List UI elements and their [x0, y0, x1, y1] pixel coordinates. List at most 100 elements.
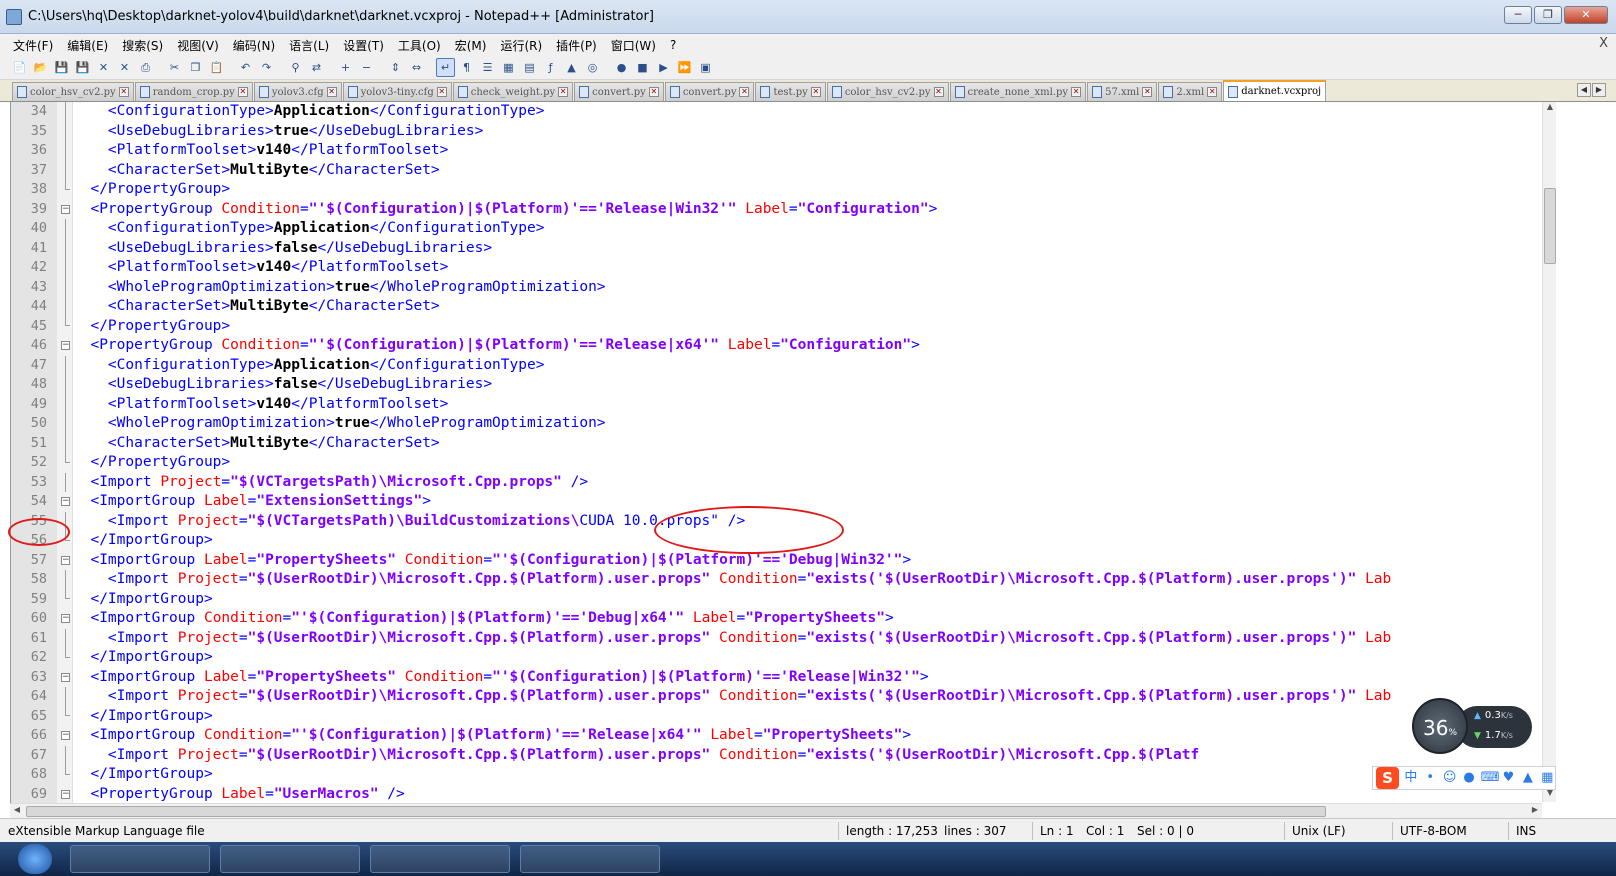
stop-macro-icon[interactable]: ■	[633, 58, 652, 77]
menu-item-2[interactable]: 搜索(S)	[115, 37, 170, 54]
tab-close-icon[interactable]: ✕	[118, 87, 129, 97]
tab-close-icon[interactable]: ✕	[436, 87, 447, 97]
tab-5[interactable]: convert.py ✕	[574, 82, 664, 101]
udl-icon[interactable]: ▦	[499, 58, 518, 77]
menu-item-5[interactable]: 语言(L)	[282, 37, 336, 54]
tab-9[interactable]: create_none_xml.py ✕	[949, 82, 1087, 101]
code-line[interactable]: </PropertyGroup>	[73, 453, 1553, 473]
doc-map-icon[interactable]: ▤	[520, 58, 539, 77]
menu-item-6[interactable]: 设置(T)	[336, 37, 391, 54]
tab-scroll-right-icon[interactable]: ▶	[1592, 83, 1606, 97]
code-line[interactable]: </PropertyGroup>	[73, 317, 1553, 337]
menu-item-12[interactable]: ?	[663, 38, 683, 52]
code-line[interactable]: <ConfigurationType>Application</Configur…	[73, 219, 1553, 239]
taskbar-button[interactable]	[520, 845, 660, 873]
menu-item-11[interactable]: 窗口(W)	[604, 37, 663, 54]
code-line[interactable]: <ImportGroup Condition="'$(Configuration…	[73, 726, 1553, 746]
vertical-scrollbar[interactable]: ▲ ▼	[1542, 102, 1556, 802]
tab-7[interactable]: test.py ✕	[755, 82, 826, 101]
code-line[interactable]: <UseDebugLibraries>true</UseDebugLibrari…	[73, 122, 1553, 142]
tab-0[interactable]: color_hsv_cv2.py ✕	[12, 82, 134, 101]
sync-horizontal-icon[interactable]: ⇔	[407, 58, 426, 77]
replace-icon[interactable]: ⇄	[307, 58, 326, 77]
tab-1[interactable]: random_crop.py ✕	[134, 82, 253, 101]
menu-item-10[interactable]: 插件(P)	[549, 37, 604, 54]
code-line[interactable]: <WholeProgramOptimization>true</WholePro…	[73, 414, 1553, 434]
code-line[interactable]: <Import Project="$(UserRootDir)\Microsof…	[73, 629, 1553, 649]
menu-item-7[interactable]: 工具(O)	[391, 37, 448, 54]
save-macro-icon[interactable]: ▣	[696, 58, 715, 77]
code-line[interactable]: <ImportGroup Label = "PropertySheets" Cond…	[73, 668, 1553, 688]
horizontal-scroll-thumb[interactable]	[26, 806, 1326, 817]
sync-vertical-icon[interactable]: ⇕	[386, 58, 405, 77]
menu-item-3[interactable]: 视图(V)	[170, 37, 226, 54]
close-all-icon[interactable]: ✕	[115, 58, 134, 77]
folder-workspace-icon[interactable]: ▲	[562, 58, 581, 77]
new-icon[interactable]: 📄	[10, 58, 29, 77]
start-button-icon[interactable]	[18, 844, 52, 874]
menu-item-8[interactable]: 宏(M)	[448, 37, 494, 54]
taskbar-button[interactable]	[70, 845, 210, 873]
tab-close-icon[interactable]: ✕	[648, 87, 659, 97]
code-line[interactable]: <PropertyGroup Condition="'$(Configurati…	[73, 200, 1553, 220]
code-line[interactable]: <UseDebugLibraries>false</UseDebugLibrar…	[73, 239, 1553, 259]
code-line[interactable]: </ImportGroup>	[73, 765, 1553, 785]
code-line[interactable]: <Import Project="$(UserRootDir)\Microsof…	[73, 746, 1553, 766]
tab-close-icon[interactable]: ✕	[739, 87, 750, 97]
code-line[interactable]: <PropertyGroup Condition="'$(Configurati…	[73, 336, 1553, 356]
code-line[interactable]: </PropertyGroup>	[73, 180, 1553, 200]
tab-6[interactable]: convert.py ✕	[664, 82, 755, 101]
close-document-button[interactable]: X	[1599, 36, 1608, 51]
indent-guide-icon[interactable]: ☰	[478, 58, 497, 77]
run-macro-multiple-icon[interactable]: ⏩	[675, 58, 694, 77]
code-line[interactable]: </ImportGroup>	[73, 707, 1553, 727]
tab-3[interactable]: yolov3-tiny.cfg ✕	[342, 82, 452, 101]
code-line[interactable]: <CharacterSet>MultiByte</CharacterSet>	[73, 161, 1553, 181]
code-line[interactable]: <UseDebugLibraries>false</UseDebugLibrar…	[73, 375, 1553, 395]
keyboard-icon[interactable]: ⌨	[1481, 770, 1500, 786]
sogou-logo-icon[interactable]: S	[1376, 767, 1400, 789]
tab-close-icon[interactable]: ✕	[933, 87, 944, 97]
scroll-left-icon[interactable]: ◀	[10, 805, 24, 814]
open-icon[interactable]: 📂	[31, 58, 50, 77]
save-icon[interactable]: 💾	[52, 58, 71, 77]
skin-icon[interactable]: ♥	[1501, 770, 1516, 786]
code-line[interactable]: </ImportGroup>	[73, 590, 1553, 610]
show-all-chars-icon[interactable]: ¶	[457, 58, 476, 77]
word-wrap-icon[interactable]: ↵	[436, 58, 455, 77]
fold-toggle-icon[interactable]: −	[61, 204, 70, 214]
scroll-up-icon[interactable]: ▲	[1543, 102, 1557, 116]
code-line[interactable]: <PropertyGroup Label="UserMacros" />	[73, 785, 1553, 805]
eol-format-label[interactable]: Unix (LF)	[1292, 824, 1346, 838]
code-line[interactable]: <ImportGroup Label = "PropertySheets" Cond…	[73, 551, 1553, 571]
undo-icon[interactable]: ↶	[236, 58, 255, 77]
code-line[interactable]: </ImportGroup>	[73, 531, 1553, 551]
fold-toggle-icon[interactable]: −	[61, 497, 70, 506]
fold-toggle-icon[interactable]: −	[61, 614, 70, 623]
copy-icon[interactable]: ❐	[186, 58, 205, 77]
fold-margin[interactable]: − − − − − − − −	[57, 102, 73, 818]
tab-4[interactable]: check_weight.py ✕	[452, 82, 574, 101]
code-line[interactable]: <Import Project="$(UserRootDir)\Microsof…	[73, 570, 1553, 590]
code-line[interactable]: <Import Project="$(VCTargetsPath)\BuildC…	[73, 512, 1553, 532]
encoding-label[interactable]: UTF-8-BOM	[1400, 824, 1467, 838]
tab-close-icon[interactable]: ✕	[1142, 87, 1153, 97]
menu-item-9[interactable]: 运行(R)	[493, 37, 549, 54]
grid-icon[interactable]: ▦	[1540, 770, 1555, 786]
monitoring-icon[interactable]: ◎	[583, 58, 602, 77]
taskbar-button[interactable]	[370, 845, 510, 873]
restore-button[interactable]: ❐	[1534, 6, 1562, 24]
tab-11[interactable]: 2.xml ✕	[1158, 82, 1223, 101]
tab-10[interactable]: 57.xml ✕	[1087, 82, 1158, 101]
code-line[interactable]: <PlatformToolset>v140</PlatformToolset>	[73, 141, 1553, 161]
close-window-button[interactable]: ✕	[1564, 6, 1608, 24]
code-line[interactable]: </ImportGroup>	[73, 648, 1553, 668]
tab-12[interactable]: darknet.vcxproj	[1223, 80, 1327, 101]
fold-toggle-icon[interactable]: −	[61, 341, 70, 350]
code-line[interactable]: <CharacterSet>MultiByte</CharacterSet>	[73, 297, 1553, 317]
function-list-icon[interactable]: ƒ	[541, 58, 560, 77]
zoom-in-icon[interactable]: +	[336, 58, 355, 77]
code-line[interactable]: <PlatformToolset>v140</PlatformToolset>	[73, 395, 1553, 415]
system-monitor-widget[interactable]: ▲ 0.3K/s ▼ 1.7K/s 36%	[1412, 698, 1536, 754]
menu-item-1[interactable]: 编辑(E)	[60, 37, 115, 54]
